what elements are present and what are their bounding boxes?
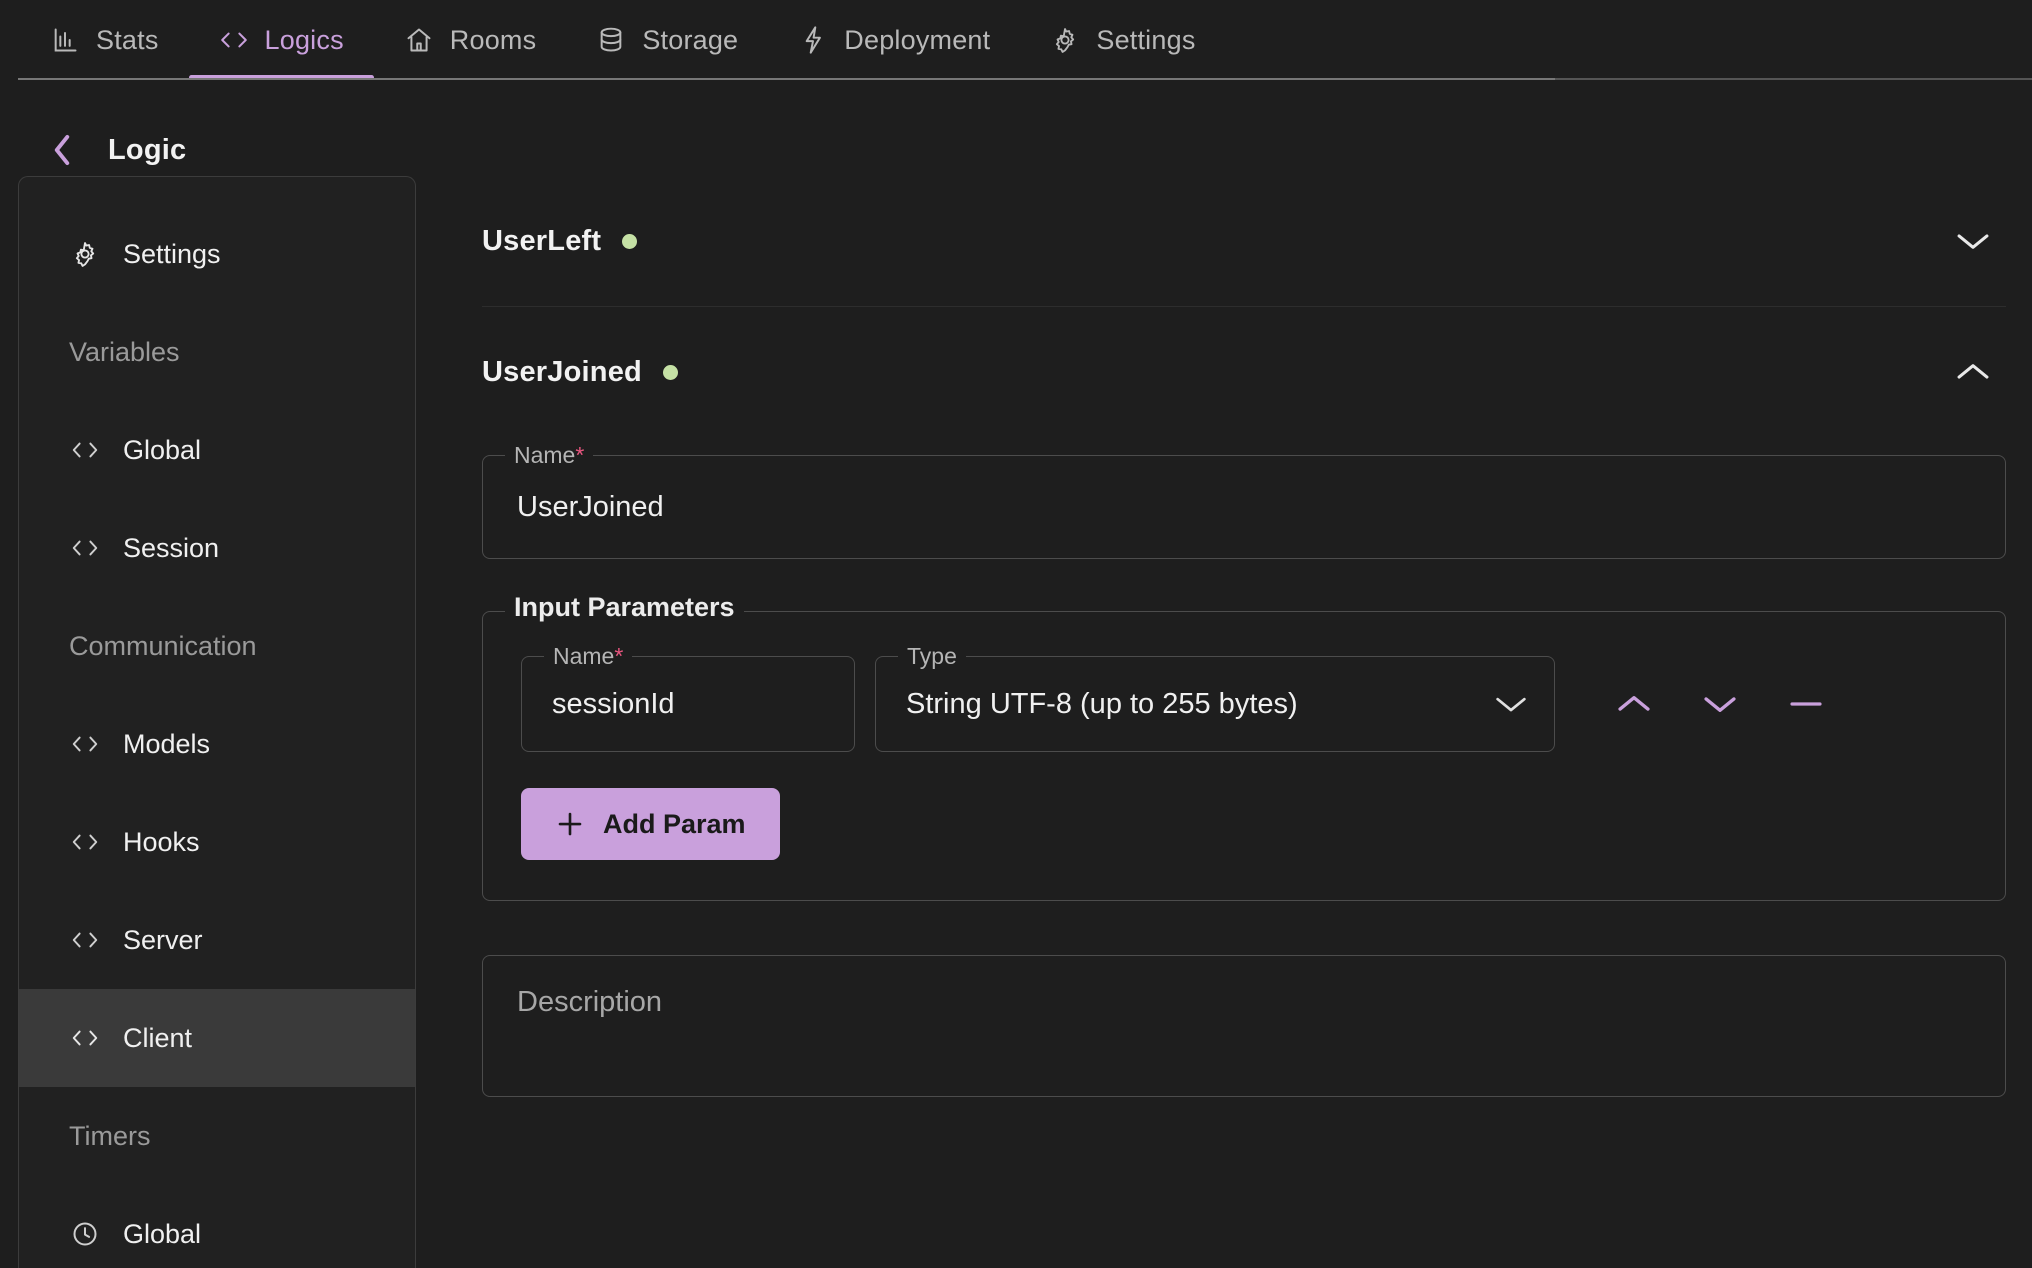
page-header: Logic <box>0 80 2032 176</box>
chevron-down-icon[interactable] <box>1954 229 2006 253</box>
tab-rooms-label: Rooms <box>449 24 537 55</box>
home-icon <box>404 25 434 55</box>
move-param-down-button[interactable] <box>1687 671 1753 737</box>
param-type-select[interactable]: Type String UTF-8 (up to 255 bytes) <box>875 642 1555 752</box>
chevron-down-icon[interactable] <box>1494 693 1528 715</box>
sidebar-group-communication: Communication <box>19 597 415 695</box>
sidebar-item-server[interactable]: Server <box>19 891 415 989</box>
sidebar-item-session[interactable]: Session <box>19 499 415 597</box>
status-dot <box>622 233 638 249</box>
param-name-value: sessionId <box>552 687 675 720</box>
sidebar-item-label: Hooks <box>123 826 200 857</box>
bar-chart-icon <box>50 25 80 55</box>
code-brackets-icon <box>219 25 249 55</box>
database-icon <box>596 25 626 55</box>
chevron-left-icon[interactable] <box>50 133 74 167</box>
logic-name-field[interactable]: Name* UserJoined <box>482 441 2006 559</box>
sidebar-group-timers: Timers <box>19 1087 415 1185</box>
sidebar-item-settings[interactable]: Settings <box>19 205 415 303</box>
logic-name-label: Name <box>514 442 576 468</box>
input-parameters-group: Input Parameters Name* sessionId Type St… <box>482 593 2006 901</box>
code-brackets-icon <box>69 830 101 854</box>
param-row: Name* sessionId Type String UTF-8 (up to… <box>521 642 1967 752</box>
sidebar-group-label: Communication <box>69 630 257 661</box>
sidebar-item-label: Server <box>123 924 203 955</box>
code-brackets-icon <box>69 928 101 952</box>
logic-description-field[interactable]: Description <box>482 955 2006 1097</box>
sidebar-item-label: Global <box>123 1218 202 1249</box>
required-marker: * <box>575 442 585 468</box>
logic-section-header[interactable]: UserJoined <box>482 307 2006 437</box>
gear-icon <box>69 240 101 268</box>
sidebar-item-label: Session <box>123 532 220 563</box>
top-tab-bar: Stats Logics Rooms Storage Deployment Se… <box>0 0 2032 80</box>
param-type-value: String UTF-8 (up to 255 bytes) <box>906 687 1298 720</box>
tab-deployment[interactable]: Deployment <box>768 0 1020 80</box>
logic-section-title: UserJoined <box>482 355 642 388</box>
tab-storage-label: Storage <box>642 24 739 55</box>
tab-logics[interactable]: Logics <box>188 0 374 80</box>
tab-settings[interactable]: Settings <box>1020 0 1225 80</box>
sidebar-item-client[interactable]: Client <box>19 989 415 1087</box>
input-parameters-legend: Input Parameters <box>505 593 744 621</box>
sidebar-item-global-variables[interactable]: Global <box>19 401 415 499</box>
logic-section-title: UserLeft <box>482 224 602 257</box>
gear-icon <box>1050 25 1080 55</box>
chevron-up-icon[interactable] <box>1954 360 2006 384</box>
code-brackets-icon <box>69 438 101 462</box>
add-param-label: Add Param <box>603 808 746 839</box>
sidebar-item-label: Global <box>123 434 202 465</box>
code-brackets-icon <box>69 536 101 560</box>
tab-stats-label: Stats <box>96 24 159 55</box>
remove-param-button[interactable] <box>1773 671 1839 737</box>
required-marker: * <box>614 643 624 669</box>
sidebar-item-models[interactable]: Models <box>19 695 415 793</box>
lightning-bolt-icon <box>798 25 828 55</box>
main-content: UserLeft UserJoined Name* UserJoined Inp… <box>416 176 2032 1268</box>
param-name-field[interactable]: Name* sessionId <box>521 642 855 752</box>
clock-icon <box>69 1220 101 1248</box>
logic-section-userjoined: UserJoined Name* UserJoined Input Parame… <box>482 307 2006 1097</box>
logic-name-value: UserJoined <box>517 490 664 523</box>
sidebar: Settings Variables Global Session Commun… <box>18 176 416 1268</box>
code-brackets-icon <box>69 1026 101 1050</box>
move-param-up-button[interactable] <box>1601 671 1667 737</box>
tab-settings-label: Settings <box>1096 24 1196 55</box>
sidebar-group-label: Timers <box>69 1120 151 1151</box>
tab-storage[interactable]: Storage <box>566 0 768 80</box>
plus-icon <box>555 809 585 839</box>
page-body: Settings Variables Global Session Commun… <box>0 176 2032 1268</box>
topbar-divider <box>18 78 2032 80</box>
tab-rooms[interactable]: Rooms <box>374 0 567 80</box>
status-dot <box>662 364 678 380</box>
sidebar-item-label: Models <box>123 728 211 759</box>
logic-section-header[interactable]: UserLeft <box>482 176 2006 306</box>
add-param-button[interactable]: Add Param <box>521 788 780 860</box>
tab-stats[interactable]: Stats <box>20 0 189 80</box>
sidebar-item-label: Client <box>123 1022 193 1053</box>
sidebar-group-variables: Variables <box>19 303 415 401</box>
code-brackets-icon <box>69 732 101 756</box>
sidebar-item-label: Settings <box>123 238 221 269</box>
param-type-label: Type <box>898 642 966 670</box>
logic-description-placeholder: Description <box>517 986 663 1018</box>
page-title: Logic <box>108 133 187 166</box>
param-name-label: Name <box>553 643 615 669</box>
tab-deployment-label: Deployment <box>844 24 991 55</box>
sidebar-group-label: Variables <box>69 336 180 367</box>
sidebar-item-global-timers[interactable]: Global <box>19 1185 415 1268</box>
tab-logics-label: Logics <box>264 24 344 55</box>
sidebar-item-hooks[interactable]: Hooks <box>19 793 415 891</box>
logic-section-userleft: UserLeft <box>482 176 2006 307</box>
